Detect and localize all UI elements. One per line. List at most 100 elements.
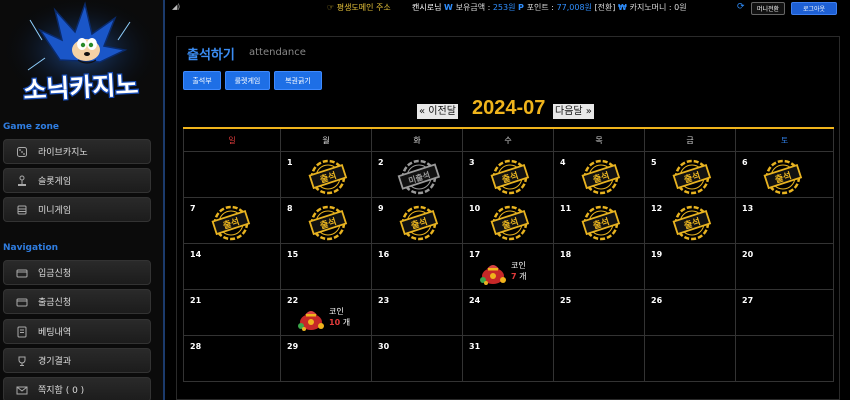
day-number: 11 bbox=[560, 204, 572, 213]
sidebar: 소닉카지노 Game zone 라이브카지노 슬롯게임 미니게임 Navigat… bbox=[0, 0, 165, 400]
attended-stamp: 출석 bbox=[763, 159, 803, 195]
sidebar-item-mini-game[interactable]: 미니게임 bbox=[3, 197, 151, 222]
calendar-grid: 1 출석 2 미출석 3 출석 4 출석 5 출석 6 출석 7 출석 8 출석 9 출석 10 출석 11 출석 12 출석… bbox=[183, 152, 834, 382]
day-number: 18 bbox=[560, 250, 572, 259]
page-subtitle: attendance bbox=[249, 47, 306, 58]
calendar-day-cell: 14 bbox=[183, 244, 281, 290]
calendar-day-cell: 10 출석 bbox=[463, 198, 554, 244]
sidebar-item-withdraw[interactable]: 출금신청 bbox=[3, 289, 151, 314]
calendar-day-cell: 17 코인 7 개 bbox=[463, 244, 554, 290]
calendar-day-cell: 11 출석 bbox=[554, 198, 645, 244]
day-number: 3 bbox=[469, 158, 475, 167]
attended-stamp: 출석 bbox=[211, 205, 251, 241]
calendar-day-cell: 7 출석 bbox=[183, 198, 281, 244]
sidebar-item-label: 라이브카지노 bbox=[38, 148, 88, 158]
point-convert-link[interactable]: [전환] bbox=[594, 3, 615, 12]
won-icon: W bbox=[444, 3, 456, 12]
section-title-navigation: Navigation bbox=[3, 243, 59, 253]
calendar-day-cell: 5 출석 bbox=[645, 152, 736, 198]
tab-roulette[interactable]: 룰렛게임 bbox=[225, 71, 270, 90]
day-number: 28 bbox=[190, 342, 202, 351]
day-number: 25 bbox=[560, 296, 572, 305]
sidebar-item-messages[interactable]: 쪽지함 ( 0 ) bbox=[3, 377, 151, 400]
lucky-bag-icon bbox=[480, 265, 506, 285]
attended-stamp: 출석 bbox=[308, 159, 348, 195]
tab-lottery[interactable]: 복권긁기 bbox=[274, 71, 322, 90]
username: 캔시로님 bbox=[412, 3, 442, 12]
prev-month-link[interactable]: « 이전달 bbox=[417, 104, 458, 119]
card-icon bbox=[16, 296, 28, 308]
calendar-day-cell bbox=[183, 152, 281, 198]
day-number: 29 bbox=[287, 342, 299, 351]
day-number: 12 bbox=[651, 204, 663, 213]
attended-stamp: 출석 bbox=[308, 205, 348, 241]
casino-icon: ₩ bbox=[617, 3, 630, 12]
day-number: 20 bbox=[742, 250, 754, 259]
weekday-header: 일 bbox=[183, 129, 281, 152]
bank-icon bbox=[16, 204, 28, 216]
calendar-day-cell: 6 출석 bbox=[736, 152, 834, 198]
calendar-day-cell: 21 bbox=[183, 290, 281, 336]
calendar-day-cell: 28 bbox=[183, 336, 281, 382]
calendar-day-cell: 22 코인 10 개 bbox=[281, 290, 372, 336]
calendar-day-cell: 18 bbox=[554, 244, 645, 290]
calendar-day-cell bbox=[645, 336, 736, 382]
attended-stamp: 출석 bbox=[581, 159, 621, 195]
coin-unit: 개 bbox=[519, 272, 527, 281]
coin-count: 10 bbox=[329, 318, 341, 327]
day-number: 13 bbox=[742, 204, 754, 213]
logout-button[interactable]: 로그아웃 bbox=[791, 2, 837, 15]
calendar-day-cell: 13 bbox=[736, 198, 834, 244]
calendar-day-cell: 20 bbox=[736, 244, 834, 290]
day-number: 8 bbox=[287, 204, 293, 213]
attendance-panel: 출석하기 attendance 출석부 룰렛게임 복권긁기 « 이전달 2024… bbox=[176, 36, 840, 400]
refresh-icon[interactable]: ⟳ bbox=[737, 2, 745, 12]
calendar-day-cell: 26 bbox=[645, 290, 736, 336]
sidebar-item-label: 쪽지함 ( 0 ) bbox=[38, 386, 85, 396]
attendance-calendar: 일월화수목금토 1 출석 2 미출석 3 출석 4 출석 5 출석 6 출석 7 출석 8 출석 9 출석 10 출석… bbox=[183, 127, 834, 382]
calendar-day-cell: 23 bbox=[372, 290, 463, 336]
calendar-day-cell: 9 출석 bbox=[372, 198, 463, 244]
coin-reward: 코인 10 개 bbox=[295, 302, 355, 332]
missed-stamp: 미출석 bbox=[397, 159, 441, 195]
calendar-day-cell: 4 출석 bbox=[554, 152, 645, 198]
next-month-link[interactable]: 다음달 » bbox=[553, 104, 594, 119]
sidebar-item-bet-history[interactable]: 베팅내역 bbox=[3, 319, 151, 344]
sonic-casino-logo[interactable]: 소닉카지노 bbox=[0, 0, 163, 112]
sidebar-item-deposit[interactable]: 입금신청 bbox=[3, 260, 151, 285]
day-number: 4 bbox=[560, 158, 566, 167]
sidebar-item-label: 입금신청 bbox=[38, 269, 72, 279]
attended-stamp: 출석 bbox=[672, 205, 712, 241]
sidebar-item-label: 미니게임 bbox=[38, 206, 72, 216]
calendar-day-cell: 24 bbox=[463, 290, 554, 336]
tab-attendance[interactable]: 출석부 bbox=[183, 71, 221, 90]
day-number: 24 bbox=[469, 296, 481, 305]
day-number: 2 bbox=[378, 158, 384, 167]
weekday-header: 수 bbox=[463, 129, 554, 152]
day-number: 15 bbox=[287, 250, 299, 259]
coin-unit: 개 bbox=[342, 318, 351, 327]
sidebar-item-live-casino[interactable]: 라이브카지노 bbox=[3, 139, 151, 164]
day-number: 10 bbox=[469, 204, 481, 213]
weekday-header: 토 bbox=[736, 129, 834, 152]
day-number: 23 bbox=[378, 296, 390, 305]
sidebar-item-label: 출금신청 bbox=[38, 298, 72, 308]
signal-icon: ◢) bbox=[172, 3, 181, 11]
page-title: 출석하기 bbox=[187, 48, 235, 63]
sidebar-item-match-results[interactable]: 경기결과 bbox=[3, 348, 151, 373]
joystick-icon bbox=[16, 175, 28, 187]
day-number: 5 bbox=[651, 158, 657, 167]
money-convert-button[interactable]: 머니전환 bbox=[751, 2, 785, 15]
card-icon bbox=[16, 267, 28, 279]
balance-label: 보유금액 : bbox=[455, 3, 491, 12]
calendar-day-cell: 12 출석 bbox=[645, 198, 736, 244]
section-title-game-zone: Game zone bbox=[3, 122, 60, 132]
dice-icon bbox=[16, 146, 28, 158]
calendar-day-cell bbox=[554, 336, 645, 382]
calendar-day-cell: 27 bbox=[736, 290, 834, 336]
day-number: 9 bbox=[378, 204, 384, 213]
sidebar-item-slot-game[interactable]: 슬롯게임 bbox=[3, 168, 151, 193]
casino-money: 카지노머니 : 0원 bbox=[629, 3, 687, 12]
attended-stamp: 출석 bbox=[672, 159, 712, 195]
sidebar-item-label: 경기결과 bbox=[38, 357, 72, 367]
